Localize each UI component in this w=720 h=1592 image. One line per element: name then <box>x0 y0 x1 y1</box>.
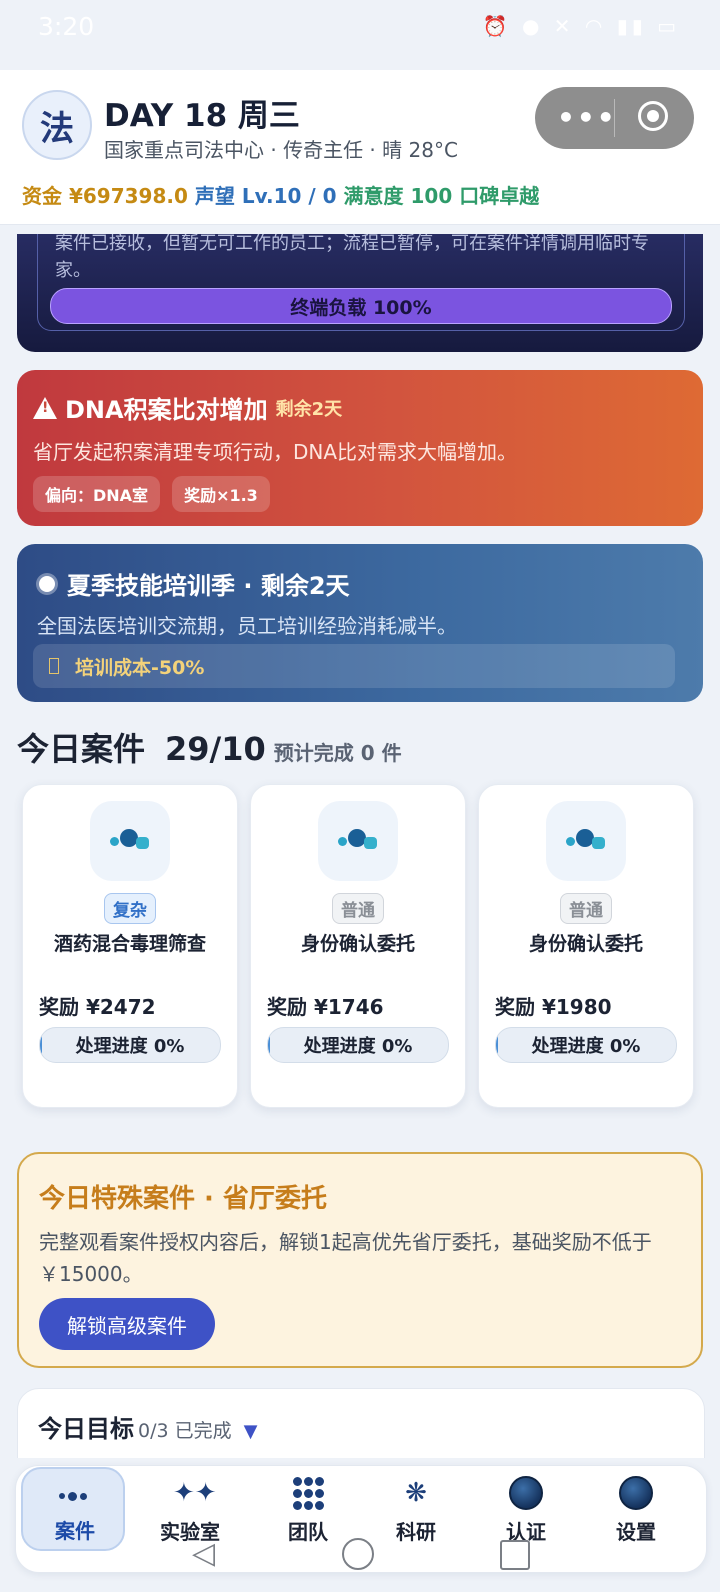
case-icon <box>546 801 626 881</box>
molecule-icon <box>56 1479 90 1513</box>
header-subtitle: 国家重点司法中心 · 传奇主任 · 晴 28°C <box>104 138 458 162</box>
today-cases-header: 今日案件 29/10 预计完成 0 件 <box>17 724 402 770</box>
case-name: 身份确认委托 <box>528 933 643 955</box>
capsule-divider <box>614 99 615 137</box>
case-card[interactable]: 普通 身份确认委托 奖励 ¥1980 处理进度 0% <box>478 784 694 1108</box>
event-dna-title: DNA积案比对增加 <box>65 396 268 424</box>
stats-row: 资金 ¥697398.0 声望 Lv.10 / 0 满意度 100 口碑卓越 <box>22 180 539 209</box>
main-scroll[interactable]: 案件已接收，但暂无可工作的员工；流程已暂停，可在案件详情调用临时专家。 终端负载… <box>0 234 720 1458</box>
case-difficulty-badge: 复杂 <box>104 893 156 924</box>
case-progress-label: 处理进度 0% <box>75 1036 185 1057</box>
avatar[interactable]: 法 <box>22 90 92 160</box>
molecule-icon <box>566 829 606 853</box>
today-cases-title: 今日案件 <box>17 730 146 768</box>
special-case-title: 今日特殊案件 · 省厅委托 <box>39 1184 327 1214</box>
settings-icon <box>619 1476 653 1510</box>
event-dna-title-row: DNA积案比对增加 剩余2天 <box>33 390 342 425</box>
event-summer-description: 全国法医培训交流期，员工培训经验消耗减半。 <box>37 614 457 638</box>
home-icon[interactable] <box>342 1538 374 1570</box>
close-miniapp-icon[interactable] <box>638 101 668 131</box>
tab-settings[interactable]: 设置 <box>584 1466 688 1572</box>
daily-goals-title: 今日目标 <box>38 1415 134 1443</box>
satisfaction-stat: 满意度 100 口碑卓越 <box>343 184 540 208</box>
tab-label: 科研 <box>396 1520 436 1544</box>
terminal-load-bar: 终端负载 100% <box>50 288 672 324</box>
today-cases-expected: 预计完成 0 件 <box>273 741 402 765</box>
sun-icon <box>39 575 55 592</box>
tab-label: 实验室 <box>160 1520 220 1544</box>
app-header: 法 DAY 18 周三 国家重点司法中心 · 传奇主任 · 晴 28°C 资金 … <box>0 70 720 225</box>
event-dna-description: 省厅发起积案清理专项行动，DNA比对需求大幅增加。 <box>33 440 518 464</box>
system-nav-bar: ◁ <box>0 1536 720 1592</box>
recents-icon[interactable] <box>500 1540 530 1570</box>
case-reward: 奖励 ¥1746 <box>267 995 384 1019</box>
special-case-description: 完整观看案件授权内容后，解锁1起高优先省厅委托，基础奖励不低于￥15000。 <box>39 1230 652 1286</box>
perk-bar: 培训成本-50% <box>33 644 675 688</box>
case-difficulty-badge: 普通 <box>332 893 384 924</box>
caret-down-icon[interactable]: ▼ <box>244 1421 258 1442</box>
daily-goals-card[interactable]: 今日目标 0/3 已完成 ▼ <box>17 1388 705 1458</box>
event-dna-remaining: 剩余2天 <box>275 398 343 420</box>
event-card-summer[interactable]: 夏季技能培训季 · 剩余2天 全国法医培训交流期，员工培训经验消耗减半。 培训成… <box>17 544 703 702</box>
event-summer-title-row: 夏季技能培训季 · 剩余2天 <box>35 566 350 601</box>
miniapp-capsule: ••• <box>535 87 694 149</box>
status-bar: 3:20 ⏰ ● ✕ ◠ ▮▮ ▭ <box>0 0 720 70</box>
tab-label: 团队 <box>288 1520 328 1544</box>
event-summer-title: 夏季技能培训季 · 剩余2天 <box>67 572 350 600</box>
molecule-icon <box>110 829 150 853</box>
tab-label: 设置 <box>616 1520 656 1544</box>
case-card[interactable]: 普通 身份确认委托 奖励 ¥1746 处理进度 0% <box>250 784 466 1108</box>
warning-icon <box>33 396 57 419</box>
perk-text: 培训成本-50% <box>75 656 205 679</box>
status-time: 3:20 <box>38 12 95 41</box>
case-difficulty-badge: 普通 <box>560 893 612 924</box>
case-reward: 奖励 ¥2472 <box>39 995 156 1019</box>
reputation-stat: 声望 Lv.10 / 0 <box>194 184 337 208</box>
funds-stat: 资金 ¥697398.0 <box>22 184 188 208</box>
case-card-list[interactable]: 复杂 酒药混合毒理筛查 奖励 ¥2472 处理进度 0% 普通 身份确认委托 奖… <box>22 784 720 1108</box>
unlock-advanced-case-button[interactable]: 解锁高级案件 <box>39 1298 215 1350</box>
research-icon: ❋ <box>405 1478 427 1508</box>
case-progress-fill <box>40 1028 42 1062</box>
status-icons: ⏰ ● ✕ ◠ ▮▮ ▭ <box>482 14 680 38</box>
tab-label: 案件 <box>55 1519 95 1543</box>
event-dna-tags: 偏向：DNA室 奖励×1.3 <box>33 476 270 512</box>
special-case-card: 今日特殊案件 · 省厅委托 完整观看案件授权内容后，解锁1起高优先省厅委托，基础… <box>17 1152 703 1368</box>
event-card-dna[interactable]: DNA积案比对增加 剩余2天 省厅发起积案清理专项行动，DNA比对需求大幅增加。… <box>17 370 703 526</box>
case-icon <box>90 801 170 881</box>
case-name: 身份确认委托 <box>300 933 415 955</box>
case-card[interactable]: 复杂 酒药混合毒理筛查 奖励 ¥2472 处理进度 0% <box>22 784 238 1108</box>
case-progress-bar: 处理进度 0% <box>267 1027 449 1063</box>
daily-goals-header[interactable]: 今日目标 0/3 已完成 ▼ <box>38 1409 257 1444</box>
case-progress-label: 处理进度 0% <box>531 1036 641 1057</box>
terminal-card: 案件已接收，但暂无可工作的员工；流程已暂停，可在案件详情调用临时专家。 终端负载… <box>17 234 703 352</box>
today-cases-count: 29/10 <box>165 730 266 768</box>
case-icon <box>318 801 398 881</box>
day-title: DAY 18 周三 <box>104 98 300 134</box>
perk-icon <box>49 658 59 674</box>
tab-lab[interactable]: ✦✦ 实验室 <box>138 1466 242 1572</box>
event-tag: 偏向：DNA室 <box>33 476 161 512</box>
daily-goals-status: 0/3 已完成 <box>138 1420 232 1442</box>
lab-icon: ✦✦ <box>173 1478 217 1508</box>
case-progress-label: 处理进度 0% <box>303 1036 413 1057</box>
tab-cases[interactable]: 案件 <box>21 1467 125 1551</box>
case-reward: 奖励 ¥1980 <box>495 995 612 1019</box>
certification-icon <box>509 1476 543 1510</box>
case-progress-bar: 处理进度 0% <box>495 1027 677 1063</box>
terminal-message: 案件已接收，但暂无可工作的员工；流程已暂停，可在案件详情调用临时专家。 <box>55 234 649 281</box>
case-progress-fill <box>496 1028 498 1062</box>
tab-research[interactable]: ❋ 科研 <box>364 1466 468 1572</box>
more-icon[interactable]: ••• <box>557 101 617 134</box>
case-name: 酒药混合毒理筛查 <box>53 933 206 955</box>
team-icon <box>291 1476 325 1510</box>
case-progress-bar: 处理进度 0% <box>39 1027 221 1063</box>
case-progress-fill <box>268 1028 270 1062</box>
molecule-icon <box>338 829 378 853</box>
back-icon[interactable]: ◁ <box>192 1536 215 1571</box>
event-tag: 奖励×1.3 <box>172 476 270 512</box>
